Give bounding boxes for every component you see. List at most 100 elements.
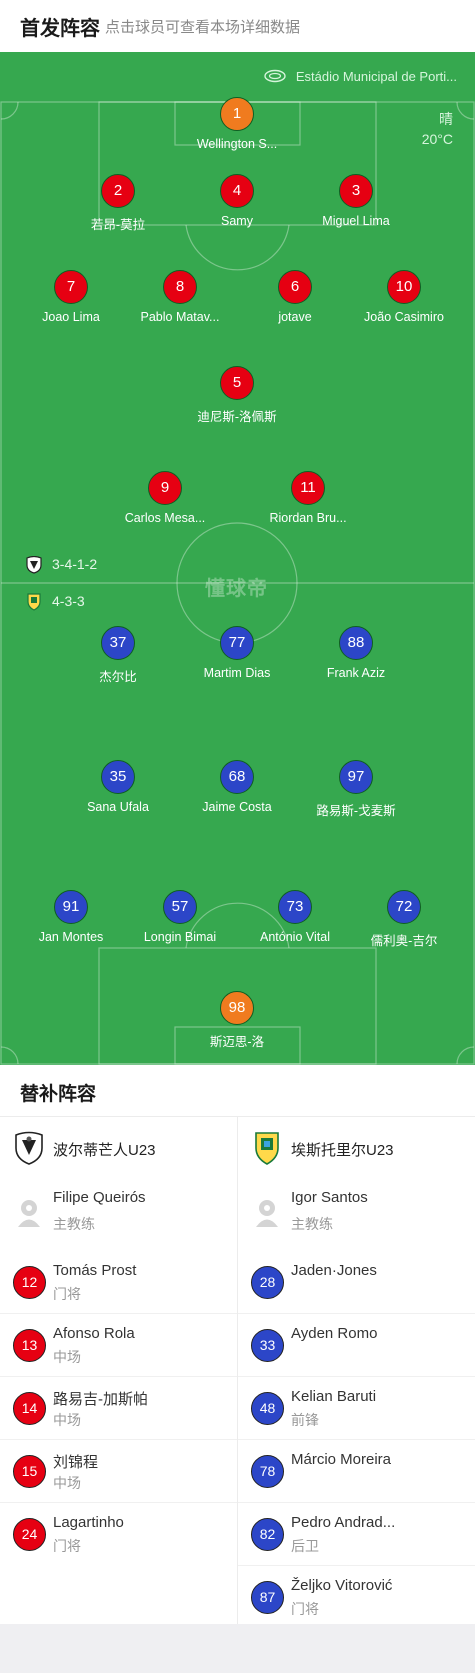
player-card[interactable]: 88 Frank Aziz [296,626,416,680]
sub-player-row[interactable]: 15 刘锦程 中场 [0,1440,237,1503]
away-coach-row[interactable]: Igor Santos 主教练 [238,1181,475,1251]
away-formation-label: 4-3-3 [52,593,85,609]
player-card[interactable]: 10 João Casimiro [344,270,464,324]
player-name: Jan Montes [38,930,104,944]
player-number: 4 [220,174,254,208]
sub-player-row[interactable]: 12 Tomás Prost 门将 [0,1251,237,1314]
player-card[interactable]: 72 儒利奥-吉尔 [344,890,464,949]
sub-player-name: Lagartinho [53,1514,124,1531]
home-team-row[interactable]: 波尔蒂芒人U23 [0,1117,237,1181]
sub-player-name: Márcio Moreira [291,1451,392,1468]
sub-player-number: 13 [13,1329,46,1362]
away-team-row[interactable]: 埃斯托里尔U23 [238,1117,475,1181]
player-number: 9 [148,471,182,505]
sub-player-name: Ayden Romo [291,1325,378,1342]
player-name: 斯迈思-洛 [209,1035,265,1049]
page-title: 首发阵容 [20,18,100,40]
player-card[interactable]: 3 Miguel Lima [296,174,416,228]
player-card[interactable]: 9 Carlos Mesa... [105,471,225,525]
pitch: Estádio Municipal de Porti... 晴 20°C 懂球帝… [0,52,475,1065]
sub-player-number: 33 [251,1329,284,1362]
player-card[interactable]: 11 Riordan Bru... [248,471,368,525]
player-card[interactable]: 6 jotave [235,270,355,324]
player-card[interactable]: 1 Wellington S... [177,97,297,151]
player-name: António Vital [260,930,330,944]
sub-player-row[interactable]: 14 路易吉-加斯帕 中场 [0,1377,237,1440]
player-card[interactable]: 4 Samy [177,174,297,228]
player-name: João Casimiro [364,310,444,324]
player-number: 98 [220,991,254,1025]
player-name: Joao Lima [42,310,100,324]
player-name: Riordan Bru... [269,511,347,525]
subs-panel: 波尔蒂芒人U23 Filipe Queirós 主教练 12 Tomás Pro… [0,1117,475,1624]
home-coach-row[interactable]: Filipe Queirós 主教练 [0,1181,237,1251]
player-number: 73 [278,890,312,924]
player-number: 5 [220,366,254,400]
player-number: 57 [163,890,197,924]
sub-player-row[interactable]: 28 Jaden·Jones [238,1251,475,1314]
sub-player-row[interactable]: 48 Kelian Baruti 前锋 [238,1377,475,1440]
away-subs-column: 埃斯托里尔U23 Igor Santos 主教练 28 Jaden·Jones … [238,1117,475,1624]
sub-player-row[interactable]: 87 Željko Vitorović 门将 [238,1566,475,1629]
sub-player-row[interactable]: 78 Márcio Moreira [238,1440,475,1503]
player-number: 3 [339,174,373,208]
subs-title: 替补阵容 [20,1084,97,1105]
player-name: Sana Ufala [87,800,149,814]
away-team-name: 埃斯托里尔U23 [291,1142,394,1159]
sub-player-name: Afonso Rola [53,1325,135,1342]
sub-player-name: 刘锦程 [53,1454,99,1471]
player-card[interactable]: 98 斯迈思-洛 [177,991,297,1050]
sub-player-name: Kelian Baruti [291,1388,377,1405]
sub-player-position: 门将 [291,1601,319,1617]
sub-player-name: 路易吉-加斯帕 [53,1391,148,1408]
player-name: Samy [221,214,253,228]
player-name: Carlos Mesa... [124,511,206,525]
player-name: Frank Aziz [326,666,386,680]
player-number: 72 [387,890,421,924]
player-number: 35 [101,760,135,794]
sub-player-number: 78 [251,1455,284,1488]
sub-player-number: 14 [13,1392,46,1425]
coach-name: Filipe Queirós [53,1189,146,1206]
player-card[interactable]: 8 Pablo Matav... [120,270,240,324]
player-number: 2 [101,174,135,208]
player-card[interactable]: 2 若昂-莫拉 [58,174,178,233]
away-team-logo-icon [252,1131,282,1165]
player-card[interactable]: 5 迪尼斯-洛佩斯 [177,366,297,425]
player-number: 68 [220,760,254,794]
sub-player-number: 48 [251,1392,284,1425]
sub-player-position: 后卫 [291,1538,319,1554]
sub-player-number: 82 [251,1518,284,1551]
player-number: 88 [339,626,373,660]
sub-player-row[interactable]: 13 Afonso Rola 中场 [0,1314,237,1377]
page-subtitle: 点击球员可查看本场详细数据 [105,19,301,36]
coach-avatar-icon [16,1198,42,1228]
player-name: 若昂-莫拉 [90,218,146,232]
player-number: 7 [54,270,88,304]
subs-header: 替补阵容 [0,1065,475,1117]
coach-avatar-icon [254,1198,280,1228]
player-number: 97 [339,760,373,794]
player-card[interactable]: 35 Sana Ufala [58,760,178,814]
player-card[interactable]: 7 Joao Lima [11,270,131,324]
stadium-icon [264,69,286,86]
sub-player-row[interactable]: 82 Pedro Andrad... 后卫 [238,1503,475,1566]
weather-condition: 晴 [439,111,453,127]
player-card[interactable]: 77 Martim Dias [177,626,297,680]
sub-player-name: Željko Vitorović [291,1577,393,1594]
home-team-name: 波尔蒂芒人U23 [53,1142,156,1159]
sub-player-row[interactable]: 24 Lagartinho 门将 [0,1503,237,1566]
sub-player-number: 28 [251,1266,284,1299]
player-card[interactable]: 57 Longin Bimai [120,890,240,944]
coach-role: 主教练 [291,1216,333,1232]
player-card[interactable]: 37 杰尔比 [58,626,178,685]
player-card[interactable]: 73 António Vital [235,890,355,944]
player-card[interactable]: 97 路易斯-戈麦斯 [296,760,416,819]
player-card[interactable]: 68 Jaime Costa [177,760,297,814]
player-card[interactable]: 91 Jan Montes [11,890,131,944]
player-name: 迪尼斯-洛佩斯 [197,410,277,424]
sub-player-row[interactable]: 33 Ayden Romo [238,1314,475,1377]
away-formation: 4-3-3 [26,593,85,611]
sub-player-position: 门将 [53,1286,81,1302]
player-number: 77 [220,626,254,660]
